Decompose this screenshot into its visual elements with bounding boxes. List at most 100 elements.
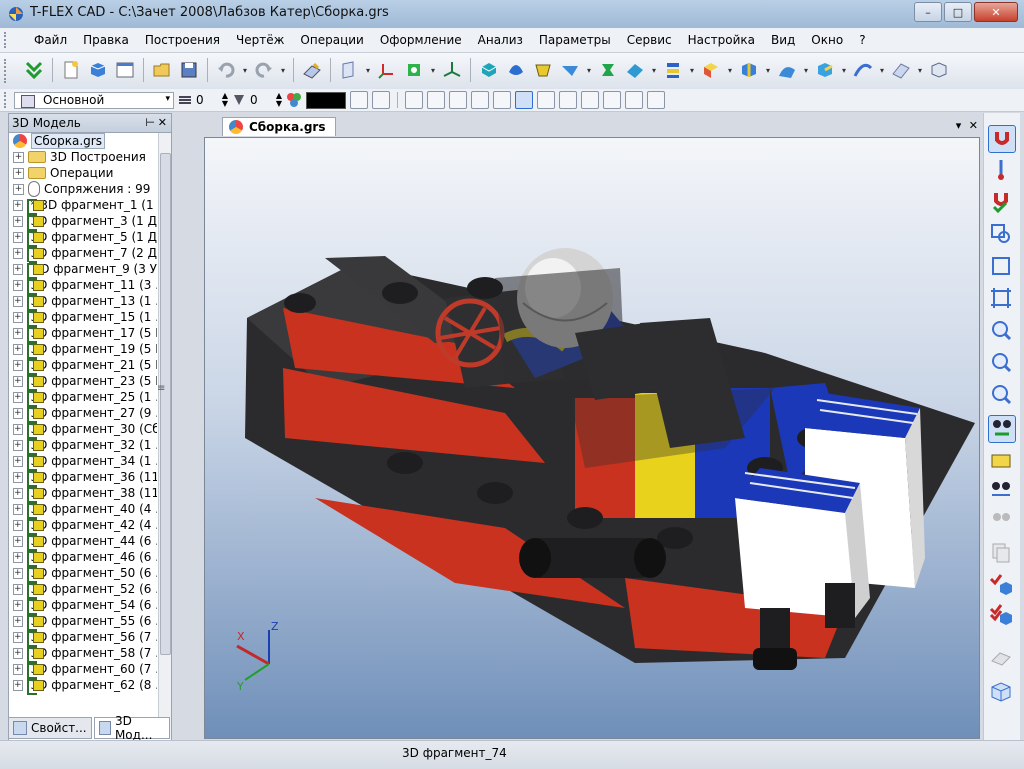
tree-item[interactable]: +3D фрагмент_30 (Сб xyxy=(9,421,157,439)
expand-icon[interactable]: + xyxy=(13,567,23,579)
expand-icon[interactable]: + xyxy=(13,535,23,547)
zoom-window-icon[interactable] xyxy=(988,221,1014,247)
chevron-down-icon[interactable]: ▾ xyxy=(364,66,372,75)
menu-item[interactable]: Построения xyxy=(137,33,228,47)
snap-vertex-icon[interactable] xyxy=(559,91,577,109)
menu-item[interactable]: Чертёж xyxy=(228,33,292,47)
tree-item[interactable]: +3D фрагмент_5 (1 Д xyxy=(9,229,157,247)
menu-item[interactable]: Правка xyxy=(75,33,137,47)
tree-item[interactable]: +3D фрагмент_9 (3 У xyxy=(9,261,157,279)
close-icon[interactable]: ✕ xyxy=(158,114,167,132)
chevron-down-icon[interactable]: ▾ xyxy=(650,66,658,75)
tree-item[interactable]: + Операции xyxy=(9,165,157,181)
check-cube-icon[interactable] xyxy=(988,571,1014,597)
chevron-down-icon[interactable]: ▾ xyxy=(279,66,287,75)
color-palette-icon[interactable] xyxy=(286,92,302,108)
snap-face-icon[interactable] xyxy=(515,91,533,109)
snap-line-icon[interactable] xyxy=(449,91,467,109)
snap-axis-icon[interactable] xyxy=(603,91,621,109)
copy-view-icon[interactable] xyxy=(988,539,1014,565)
axis-icon[interactable] xyxy=(440,58,464,82)
expand-icon[interactable]: + xyxy=(13,327,23,339)
tree-item[interactable]: +3D фрагмент_36 (11 xyxy=(9,469,157,487)
tree-item[interactable]: +3D фрагмент_52 (6 ... xyxy=(9,581,157,599)
rotation-icon[interactable] xyxy=(504,58,528,82)
expand-icon[interactable]: + xyxy=(13,359,23,371)
mate-icon[interactable] xyxy=(988,125,1016,153)
toolbar-grip[interactable] xyxy=(4,92,10,108)
array-icon[interactable] xyxy=(661,58,685,82)
menu-item[interactable]: Окно xyxy=(803,33,851,47)
tree-item[interactable]: +3D фрагмент_23 (5 I xyxy=(9,373,157,391)
expand-icon[interactable]: + xyxy=(13,503,23,515)
expand-icon[interactable]: + xyxy=(13,423,23,435)
pan-view-icon[interactable] xyxy=(988,447,1014,473)
extrude-icon[interactable] xyxy=(477,58,501,82)
menu-item[interactable]: ? xyxy=(851,33,873,47)
chevron-down-icon[interactable]: ▾ xyxy=(956,119,962,132)
tree-item[interactable]: +3D фрагмент_11 (3 ... xyxy=(9,277,157,295)
expand-icon[interactable]: + xyxy=(13,679,23,691)
menu-item[interactable]: Настройка xyxy=(680,33,763,47)
expand-icon[interactable]: + xyxy=(13,343,23,355)
snap-grid-icon[interactable] xyxy=(427,91,445,109)
color-swatch[interactable] xyxy=(306,91,346,109)
tree-root[interactable]: Сборка.grs xyxy=(9,133,157,149)
chevron-down-icon[interactable]: ▾ xyxy=(726,66,734,75)
expand-icon[interactable]: + xyxy=(13,167,24,179)
snap-center-icon[interactable] xyxy=(581,91,599,109)
expand-icon[interactable]: + xyxy=(13,583,23,595)
expand-icon[interactable]: + xyxy=(13,615,23,627)
expand-icon[interactable]: + xyxy=(13,439,23,451)
tree-item[interactable]: +3D фрагмент_17 (5 I xyxy=(9,325,157,343)
snap-icon[interactable] xyxy=(405,91,423,109)
coordinate-system-icon[interactable] xyxy=(375,58,399,82)
tab-3d-model[interactable]: 3D Мод... xyxy=(93,714,170,742)
menu-item[interactable]: Параметры xyxy=(531,33,619,47)
chevron-down-icon[interactable]: ▾ xyxy=(241,66,249,75)
smooth-icon[interactable] xyxy=(623,58,647,82)
tree-item[interactable]: +3D фрагмент_55 (6 ... xyxy=(9,613,157,631)
tree-scrollbar[interactable] xyxy=(158,133,171,739)
chevron-down-icon[interactable]: ▾ xyxy=(688,66,696,75)
tab-properties[interactable]: Свойст... xyxy=(8,717,92,739)
list-icon[interactable] xyxy=(372,91,390,109)
show-all-icon[interactable] xyxy=(988,285,1014,311)
cut-icon[interactable] xyxy=(737,58,761,82)
expand-icon[interactable]: + xyxy=(13,375,23,387)
snap-point-icon[interactable] xyxy=(625,91,643,109)
3d-viewport[interactable]: Z X Y xyxy=(204,137,980,739)
zoom-out-icon[interactable] xyxy=(988,349,1014,375)
boolean-icon[interactable] xyxy=(596,58,620,82)
expand-icon[interactable]: + xyxy=(13,231,23,243)
toolbar-grip[interactable] xyxy=(4,59,10,83)
tree-item[interactable]: +3D фрагмент_7 (2 Д xyxy=(9,245,157,263)
menu-item[interactable]: Операции xyxy=(292,33,371,47)
scroll-thumb[interactable] xyxy=(160,153,171,655)
tree-item[interactable]: +3D фрагмент_34 (1 ... xyxy=(9,453,157,471)
tree-item[interactable]: +3D фрагмент_50 (6 ... xyxy=(9,565,157,583)
hide-view-icon[interactable] xyxy=(988,505,1014,531)
expand-icon[interactable]: + xyxy=(13,519,23,531)
expand-icon[interactable]: + xyxy=(13,599,23,611)
tree-item[interactable]: + * 3D фрагмент_1 (1 ... xyxy=(9,197,157,215)
chevron-down-icon[interactable]: ▾ xyxy=(429,66,437,75)
expand-icon[interactable]: + xyxy=(13,279,23,291)
snap-end-icon[interactable] xyxy=(647,91,665,109)
chevron-down-icon[interactable]: ▾ xyxy=(802,66,810,75)
menu-item[interactable]: Сервис xyxy=(619,33,680,47)
snap-node-icon[interactable] xyxy=(493,91,511,109)
filter-icon[interactable] xyxy=(350,91,368,109)
expand-icon[interactable]: + xyxy=(13,199,23,211)
tab-document[interactable]: Сборка.grs xyxy=(222,117,337,136)
loft-icon[interactable] xyxy=(531,58,555,82)
tree-item[interactable]: +3D фрагмент_19 (5 I xyxy=(9,341,157,359)
tree-item[interactable]: + Сопряжения : 99 xyxy=(9,181,157,197)
tree-item[interactable]: +3D фрагмент_42 (4 ... xyxy=(9,517,157,535)
tree-item[interactable]: +3D фрагмент_54 (6 ... xyxy=(9,597,157,615)
menu-item[interactable]: Файл xyxy=(26,33,75,47)
section-view-icon[interactable] xyxy=(988,645,1014,671)
tree-item[interactable]: +3D фрагмент_13 (1 ... xyxy=(9,293,157,311)
expand-icon[interactable]: + xyxy=(13,551,23,563)
zoom-in-icon[interactable] xyxy=(988,317,1014,343)
